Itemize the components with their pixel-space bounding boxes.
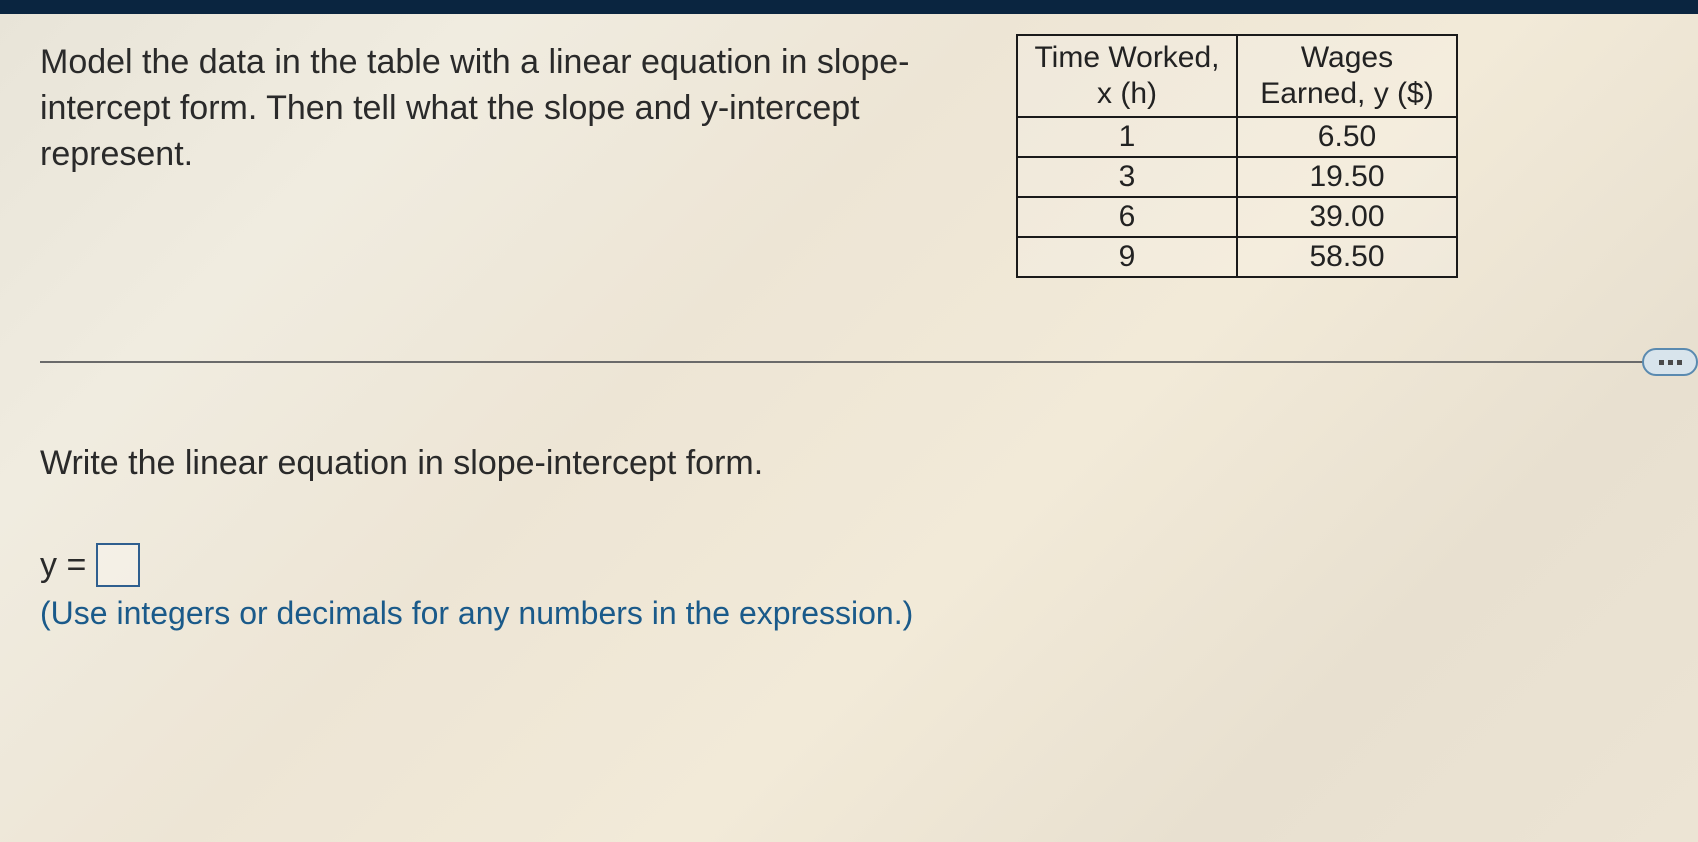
cell-x: 9 bbox=[1017, 237, 1237, 277]
answer-hint: (Use integers or decimals for any number… bbox=[40, 595, 1658, 632]
section-divider bbox=[40, 348, 1698, 376]
table-row: 6 39.00 bbox=[1017, 197, 1457, 237]
cell-y: 6.50 bbox=[1237, 117, 1457, 157]
equation-label: y = bbox=[40, 546, 86, 585]
table-header-x: Time Worked, x (h) bbox=[1017, 35, 1237, 117]
lower-section: Write the linear equation in slope-inter… bbox=[40, 444, 1658, 632]
ellipsis-icon bbox=[1668, 360, 1673, 365]
data-table: Time Worked, x (h) Wages Earned, y ($) 1… bbox=[1016, 34, 1458, 278]
cell-x: 1 bbox=[1017, 117, 1237, 157]
answer-input[interactable] bbox=[96, 543, 140, 587]
upper-section: Model the data in the table with a linea… bbox=[40, 34, 1658, 278]
table-row: 3 19.50 bbox=[1017, 157, 1457, 197]
divider-line bbox=[40, 361, 1644, 363]
answer-instruction: Write the linear equation in slope-inter… bbox=[40, 444, 1658, 483]
table-row: 9 58.50 bbox=[1017, 237, 1457, 277]
cell-y: 19.50 bbox=[1237, 157, 1457, 197]
window-top-bar bbox=[0, 0, 1698, 14]
cell-y: 58.50 bbox=[1237, 237, 1457, 277]
content-area: Model the data in the table with a linea… bbox=[0, 14, 1698, 842]
equation-row: y = bbox=[40, 543, 1658, 587]
more-button[interactable] bbox=[1642, 348, 1698, 376]
ellipsis-icon bbox=[1659, 360, 1664, 365]
cell-x: 6 bbox=[1017, 197, 1237, 237]
cell-y: 39.00 bbox=[1237, 197, 1457, 237]
problem-statement: Model the data in the table with a linea… bbox=[40, 34, 940, 178]
cell-x: 3 bbox=[1017, 157, 1237, 197]
table-row: 1 6.50 bbox=[1017, 117, 1457, 157]
table-header-y: Wages Earned, y ($) bbox=[1237, 35, 1457, 117]
table-header-row: Time Worked, x (h) Wages Earned, y ($) bbox=[1017, 35, 1457, 117]
ellipsis-icon bbox=[1677, 360, 1682, 365]
